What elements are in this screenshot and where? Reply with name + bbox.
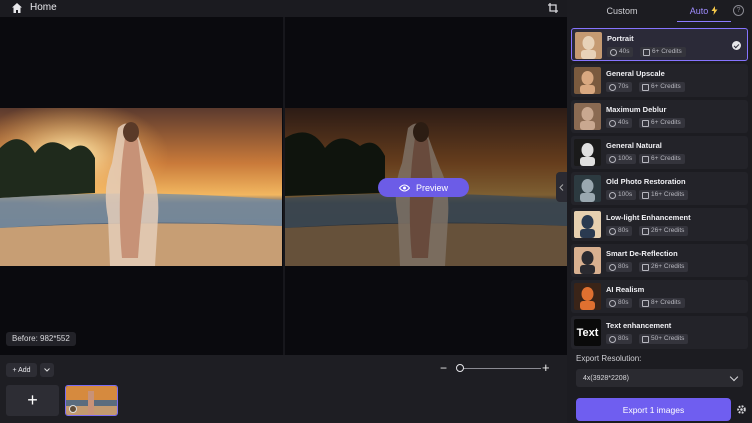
home-icon[interactable] [11,2,23,14]
image-thumbnail[interactable] [65,385,118,416]
model-name: Smart De-Reflection [606,249,678,258]
zoom-in-button[interactable]: + [542,360,550,375]
plus-icon: + [27,390,38,410]
model-name: AI Realism [606,285,645,294]
tab-custom[interactable]: Custom [567,0,677,22]
model-credits-badge: 6+ Credits [639,118,685,128]
model-time-badge: 80s [606,298,633,308]
model-credits-badge: 6+ Credits [639,82,685,92]
model-credits-badge: 6+ Credits [640,47,686,57]
model-name: Text enhancement [606,321,672,330]
lightning-icon [711,6,718,15]
export-button[interactable]: Export 1 images [576,398,731,421]
model-item[interactable]: General Natural 100s 6+ Credits [571,136,748,169]
model-credits-badge: 6+ Credits [639,154,685,164]
chevron-down-icon [729,372,739,382]
model-thumbnail [574,175,601,202]
model-thumbnail [574,103,601,130]
model-item[interactable]: Smart De-Reflection 80s 26+ Credits [571,244,748,277]
model-name: General Upscale [606,69,665,78]
before-image [0,108,282,266]
model-thumbnail [574,283,601,310]
model-time-badge: 100s [606,154,637,164]
model-credits-badge: 16+ Credits [639,190,689,200]
preview-button[interactable]: Preview [378,178,469,197]
add-image-tile[interactable]: + [6,385,59,416]
editor-area: Home Preview Before: 982*552 + Add + − + [0,0,567,423]
model-thumbnail: Text [574,319,601,346]
zoom-slider-handle[interactable] [456,364,464,372]
zoom-out-button[interactable]: − [440,361,447,375]
model-item[interactable]: Maximum Deblur 40s 6+ Credits [571,100,748,133]
model-thumbnail [574,67,601,94]
model-item[interactable]: General Upscale 70s 6+ Credits [571,64,748,97]
model-time-badge: 70s [606,82,633,92]
app-window: Home Preview Before: 982*552 + Add + − +… [0,0,752,423]
model-thumbnail [575,32,602,59]
add-button[interactable]: + Add [6,363,37,377]
model-time-badge: 80s [606,334,633,344]
export-resolution-label: Export Resolution: [576,354,642,363]
model-time-badge: 40s [607,47,634,57]
chevron-down-icon [44,368,50,372]
zoom-slider[interactable] [457,368,541,369]
export-resolution-value: 4x(3928*2208) [583,374,629,382]
check-icon [732,41,741,50]
tab-custom-label: Custom [606,6,638,16]
model-item[interactable]: Low-light Enhancement 80s 26+ Credits [571,208,748,241]
add-dropdown-button[interactable] [40,363,54,377]
crop-icon[interactable] [547,2,559,14]
model-name: Low-light Enhancement [606,213,691,222]
tab-auto[interactable]: Auto [677,0,731,22]
model-time-badge: 80s [606,226,633,236]
gear-icon[interactable] [736,404,747,415]
model-item[interactable]: Portrait 40s 6+ Credits [571,28,748,61]
chevron-left-icon [559,183,564,191]
top-bar: Home [0,0,567,17]
model-name: Maximum Deblur [606,105,667,114]
model-name: Old Photo Restoration [606,177,686,186]
model-item[interactable]: AI Realism 80s 8+ Credits [571,280,748,313]
collapse-panel-handle[interactable] [556,172,567,202]
export-resolution-select[interactable]: 4x(3928*2208) [576,369,743,387]
model-credits-badge: 26+ Credits [639,226,689,236]
help-icon[interactable]: ? [733,5,744,16]
beach-portrait-image [0,108,282,266]
clock-icon [69,405,77,413]
model-thumbnail [574,211,601,238]
model-item[interactable]: Text Text enhancement 80s 50+ Credits [571,316,748,349]
model-time-badge: 40s [606,118,633,128]
model-credits-badge: 50+ Credits [639,334,689,344]
home-link[interactable]: Home [30,2,57,13]
mode-tabs: Custom Auto ? [567,0,752,22]
eye-icon [398,184,410,191]
model-thumbnail [574,247,601,274]
model-name: Portrait [607,34,634,43]
model-time-badge: 100s [606,190,637,200]
preview-label: Preview [415,182,448,193]
model-credits-badge: 26+ Credits [639,262,689,272]
model-thumbnail [574,139,601,166]
model-credits-badge: 8+ Credits [639,298,685,308]
model-name: General Natural [606,141,662,150]
model-item[interactable]: Old Photo Restoration 100s 16+ Credits [571,172,748,205]
before-size-badge: Before: 982*552 [6,332,76,346]
model-time-badge: 80s [606,262,633,272]
tab-auto-label: Auto [689,5,709,16]
